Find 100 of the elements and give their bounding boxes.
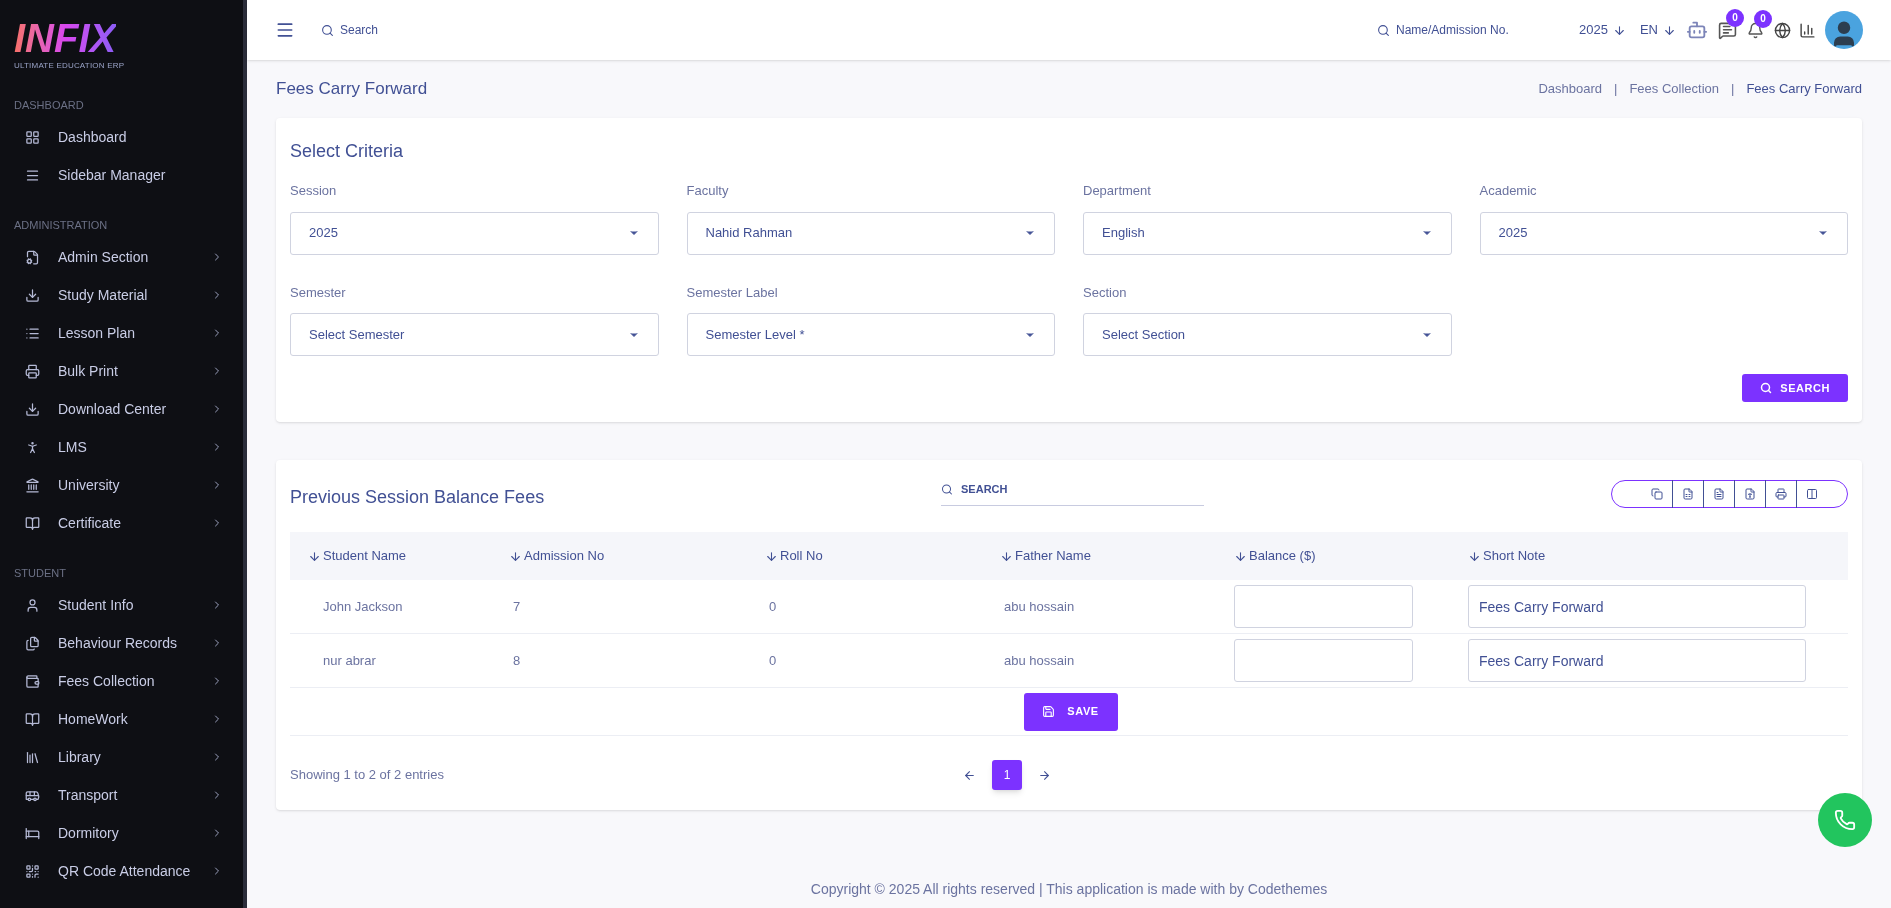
column-header[interactable]: Balance ($): [1249, 546, 1316, 566]
page-title: Fees Carry Forward: [276, 78, 429, 101]
bell-icon[interactable]: [1747, 21, 1764, 39]
wallet-icon: [25, 673, 40, 689]
year-selector[interactable]: 2025: [1579, 20, 1608, 40]
sidebar-label: Admin Section: [58, 247, 150, 267]
select-field[interactable]: Select Semester: [290, 313, 659, 356]
sidebar-item[interactable]: LMS: [0, 428, 243, 466]
sidebar-item[interactable]: University: [0, 466, 243, 504]
sidebar-item[interactable]: Transport: [0, 776, 243, 814]
table-cell: abu hossain: [1004, 598, 1075, 614]
library-icon: [25, 749, 40, 765]
sort-icon[interactable]: [308, 549, 321, 563]
field-label: Session: [290, 182, 338, 200]
select-field[interactable]: 2025: [290, 211, 659, 255]
sidebar-label: Lesson Plan: [58, 323, 137, 343]
breadcrumb-link[interactable]: Dashboard: [1538, 79, 1603, 99]
select-field[interactable]: 2025: [1479, 211, 1848, 255]
chat-icon[interactable]: [1718, 20, 1737, 40]
breadcrumb-link[interactable]: Fees Collection: [1629, 79, 1720, 99]
field-label: Faculty: [686, 182, 730, 200]
column-header[interactable]: Father Name: [1015, 546, 1091, 566]
column-header[interactable]: Student Name: [323, 546, 407, 566]
columns-icon[interactable]: [1806, 488, 1818, 500]
next-page-icon[interactable]: [1038, 768, 1051, 782]
bed-icon: [25, 825, 40, 841]
sidebar-item[interactable]: Dashboard: [0, 118, 243, 156]
document-icon[interactable]: [1713, 488, 1725, 500]
sort-icon[interactable]: [509, 549, 522, 563]
column-header[interactable]: Roll No: [780, 546, 823, 566]
entries-info: Showing 1 to 2 of 2 entries: [290, 766, 445, 785]
select-field[interactable]: Semester Level *: [686, 313, 1055, 356]
search-field[interactable]: Search: [340, 21, 540, 39]
book-icon: [25, 711, 40, 727]
balance-input[interactable]: [1234, 639, 1413, 682]
avatar[interactable]: [1825, 11, 1863, 49]
logo-subtitle: ULTIMATE EDUCATION ERP: [14, 60, 126, 72]
robot-icon[interactable]: [1686, 19, 1708, 41]
sidebar-label: QR Code Attendance: [58, 861, 192, 881]
table-cell: abu hossain: [1004, 652, 1075, 668]
sort-icon[interactable]: [765, 549, 778, 563]
person-icon: [25, 439, 40, 455]
sidebar-label: Download Center: [58, 399, 168, 419]
printer-icon[interactable]: [1775, 488, 1787, 500]
breadcrumb-separator: |: [1614, 80, 1618, 99]
sidebar-item[interactable]: HomeWork: [0, 700, 243, 738]
sidebar-label: University: [58, 475, 121, 495]
sidebar-item[interactable]: Student Info: [0, 586, 243, 624]
sort-icon[interactable]: [1468, 549, 1481, 563]
search-button[interactable]: SEARCH: [1742, 374, 1848, 402]
language-selector[interactable]: EN: [1639, 20, 1658, 40]
sidebar-label: Dashboard: [58, 127, 128, 147]
chart-icon[interactable]: [1799, 21, 1816, 39]
field-label: Department: [1083, 182, 1152, 200]
sidebar-item[interactable]: Dormitory: [0, 814, 243, 852]
sort-icon[interactable]: [1000, 549, 1013, 563]
copy-icon[interactable]: [1651, 488, 1663, 500]
sidebar-item[interactable]: Behaviour Records: [0, 624, 243, 662]
search-icon: [941, 483, 953, 496]
sidebar-item[interactable]: Certificate: [0, 504, 243, 542]
sidebar-item[interactable]: Study Material: [0, 276, 243, 314]
sidebar-item[interactable]: Bulk Print: [0, 352, 243, 390]
save-button[interactable]: SAVE: [1023, 692, 1118, 731]
sidebar-label: Sidebar Manager: [58, 165, 167, 185]
sidebar-item[interactable]: QR Code Attendance: [0, 852, 243, 890]
column-header[interactable]: Short Note: [1483, 546, 1546, 566]
sidebar-item[interactable]: Admin Section: [0, 238, 243, 276]
section-label: DASHBOARD: [13, 97, 85, 113]
section-label: ADMINISTRATION: [13, 217, 109, 233]
sidebar-label: Student Info: [58, 595, 135, 615]
globe-icon[interactable]: [1774, 21, 1791, 39]
short-note-input[interactable]: Fees Carry Forward: [1468, 585, 1806, 628]
select-field[interactable]: Select Section: [1083, 313, 1452, 356]
sidebar-label: Study Material: [58, 285, 149, 305]
table-cell: 8: [513, 652, 521, 668]
search-icon: [1760, 382, 1773, 394]
printer-icon: [25, 363, 40, 379]
select-field[interactable]: Nahid Rahman: [686, 211, 1055, 255]
sidebar-label: Dormitory: [58, 823, 120, 843]
balance-input[interactable]: [1234, 585, 1413, 628]
student-search-field[interactable]: Name/Admission No.: [1396, 21, 1561, 39]
sidebar-item[interactable]: Sidebar Manager: [0, 156, 243, 194]
sidebar-item[interactable]: Lesson Plan: [0, 314, 243, 352]
download-icon: [25, 401, 40, 417]
table-cell: 0: [769, 598, 777, 614]
search-icon: [1377, 23, 1390, 37]
sidebar-item[interactable]: Library: [0, 738, 243, 776]
select-field[interactable]: English: [1083, 211, 1452, 255]
previous-page-icon[interactable]: [963, 768, 976, 782]
short-note-input[interactable]: Fees Carry Forward: [1468, 639, 1806, 682]
sidebar-label: LMS: [58, 437, 88, 457]
sidebar-item[interactable]: Fees Collection: [0, 662, 243, 700]
menu-icon[interactable]: [275, 20, 295, 40]
spreadsheet-icon[interactable]: [1682, 488, 1694, 500]
page-button[interactable]: 1: [992, 760, 1022, 790]
sidebar-item[interactable]: Download Center: [0, 390, 243, 428]
pdf-file-icon[interactable]: [1744, 488, 1756, 500]
column-header[interactable]: Admission No: [524, 546, 605, 566]
sort-icon[interactable]: [1234, 549, 1247, 563]
table-search-field[interactable]: SEARCH: [961, 481, 1204, 498]
